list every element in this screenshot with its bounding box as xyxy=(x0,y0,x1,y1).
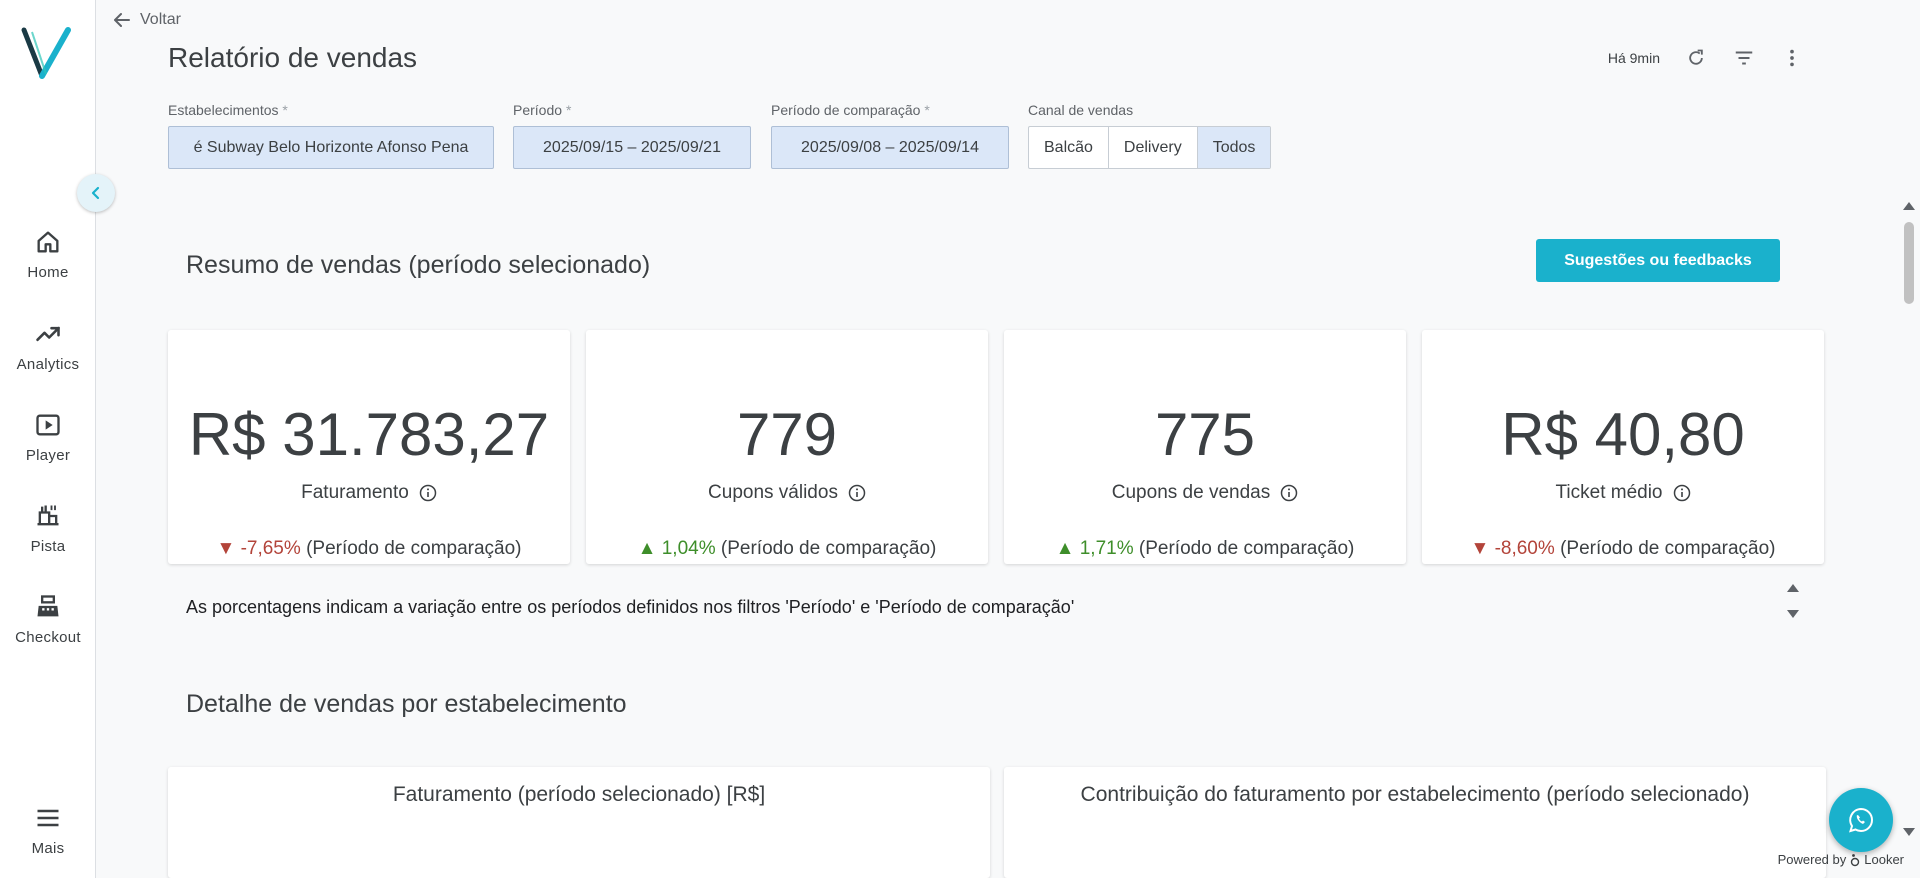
info-icon[interactable] xyxy=(1280,484,1298,502)
kpi-label: Faturamento xyxy=(168,482,570,504)
sidebar-item-label: Checkout xyxy=(15,629,81,646)
kpi-card-revenue: R$ 31.783,27 Faturamento ▼ -7,65% (Perío… xyxy=(168,330,570,564)
cash-register-icon xyxy=(37,595,59,617)
filter-period: Período * 2025/09/15 – 2025/09/21 xyxy=(513,102,751,169)
scroll-down-arrow[interactable] xyxy=(1787,610,1799,618)
kpi-card-average-ticket: R$ 40,80 Ticket médio ▼ -8,60% (Período … xyxy=(1422,330,1824,564)
kpi-value: 775 xyxy=(1154,401,1256,468)
channel-option-todos[interactable]: Todos xyxy=(1197,127,1271,168)
scrollbar-down-arrow[interactable] xyxy=(1903,828,1915,836)
kitchen-order-icon xyxy=(37,505,59,526)
sidebar-item-label: Analytics xyxy=(16,356,80,373)
back-label: Voltar xyxy=(140,11,181,28)
establishments-select[interactable]: é Subway Belo Horizonte Afonso Pena xyxy=(168,126,494,169)
scrollbar-up-arrow[interactable] xyxy=(1903,202,1915,210)
collapse-sidebar-button[interactable] xyxy=(77,174,115,212)
header-actions: Há 9min xyxy=(1608,46,1804,70)
revenue-chart-card: Faturamento (período selecionado) [R$] xyxy=(168,767,990,878)
filter-establishments: Estabelecimentos * é Subway Belo Horizon… xyxy=(168,102,494,169)
comparison-date-range[interactable]: 2025/09/08 – 2025/09/14 xyxy=(771,126,1009,169)
feedback-button[interactable]: Sugestões ou feedbacks xyxy=(1536,239,1780,282)
scrollbar-thumb[interactable] xyxy=(1904,222,1914,304)
brand-logo[interactable] xyxy=(20,26,74,82)
revenue-contribution-card: Contribuição do faturamento por estabele… xyxy=(1004,767,1826,878)
filter-button[interactable] xyxy=(1732,46,1756,70)
more-vert-icon xyxy=(1790,49,1794,67)
sidebar-item-pista[interactable]: Pista xyxy=(0,502,96,555)
last-updated-text: Há 9min xyxy=(1607,50,1660,66)
sidebar-item-label: Home xyxy=(27,264,69,281)
sales-channel-toggle: Balcão Delivery Todos xyxy=(1028,126,1272,169)
filter-label: Estabelecimentos * xyxy=(168,102,288,118)
kpi-label: Cupons válidos xyxy=(586,482,988,504)
looker-icon xyxy=(1851,853,1860,866)
home-icon xyxy=(37,231,59,253)
sidebar: Home Analytics Player Pista Checkout Mai… xyxy=(0,0,96,878)
sidebar-item-player[interactable]: Player xyxy=(0,411,96,464)
chart-card-title: Contribuição do faturamento por estabele… xyxy=(1080,783,1750,806)
kpi-label: Ticket médio xyxy=(1422,482,1824,504)
trending-up-icon xyxy=(36,326,60,342)
refresh-button[interactable] xyxy=(1684,46,1708,70)
filter-sales-channel: Canal de vendas Balcão Delivery Todos xyxy=(1028,102,1272,169)
arrow-left-icon xyxy=(114,13,130,27)
info-icon[interactable] xyxy=(419,484,437,502)
kpi-card-valid-coupons: 779 Cupons válidos ▲ 1,04% (Período de c… xyxy=(586,330,988,564)
kpi-change: ▼ -8,60% (Período de comparação) xyxy=(1470,538,1776,559)
kpi-value: R$ 31.783,27 xyxy=(188,401,550,468)
channel-option-delivery[interactable]: Delivery xyxy=(1109,127,1198,168)
kpi-label: Cupons de vendas xyxy=(1004,482,1406,504)
play-icon xyxy=(36,414,60,436)
channel-option-balcao[interactable]: Balcão xyxy=(1029,127,1109,168)
variation-note: As porcentagens indicam a variação entre… xyxy=(186,597,1075,617)
filter-label: Período * xyxy=(513,102,572,118)
sidebar-item-analytics[interactable]: Analytics xyxy=(0,320,96,373)
info-icon[interactable] xyxy=(1673,484,1691,502)
period-date-range[interactable]: 2025/09/15 – 2025/09/21 xyxy=(513,126,751,169)
sidebar-item-label: Mais xyxy=(31,840,65,857)
kpi-change: ▲ 1,04% (Período de comparação) xyxy=(637,538,937,559)
chart-card-title: Faturamento (período selecionado) [R$] xyxy=(392,783,766,806)
refresh-icon xyxy=(1689,49,1703,65)
powered-by-looker[interactable]: Powered by Looker xyxy=(1778,852,1904,867)
kpi-change: ▲ 1,71% (Período de comparação) xyxy=(1055,538,1355,559)
sidebar-item-label: Pista xyxy=(30,538,66,555)
whatsapp-chat-button[interactable] xyxy=(1829,788,1893,852)
kpi-value: R$ 40,80 xyxy=(1501,401,1745,468)
page-scrollbar[interactable] xyxy=(1900,198,1916,844)
whatsapp-icon xyxy=(1849,807,1873,833)
filter-icon xyxy=(1735,51,1753,65)
sidebar-item-label: Player xyxy=(25,447,71,464)
summary-section-title: Resumo de vendas (período selecionado) xyxy=(186,251,651,279)
chevron-left-icon xyxy=(91,186,100,200)
note-scroll-controls xyxy=(1786,582,1800,622)
more-options-button[interactable] xyxy=(1780,46,1804,70)
scroll-up-arrow[interactable] xyxy=(1787,584,1799,592)
page-title: Relatório de vendas xyxy=(168,42,418,73)
info-icon[interactable] xyxy=(848,484,866,502)
kpi-card-sales-coupons: 775 Cupons de vendas ▲ 1,71% (Período de… xyxy=(1004,330,1406,564)
filter-label: Canal de vendas xyxy=(1028,102,1134,118)
sidebar-item-mais[interactable]: Mais xyxy=(0,804,96,857)
detail-section-title: Detalhe de vendas por estabelecimento xyxy=(186,690,627,718)
main-content: Voltar Relatório de vendas Há 9min Estab… xyxy=(96,0,1920,878)
sidebar-item-home[interactable]: Home xyxy=(0,228,96,281)
filter-comparison-period: Período de comparação * 2025/09/08 – 202… xyxy=(771,102,1009,169)
filter-label: Período de comparação * xyxy=(771,102,930,118)
kpi-value: 779 xyxy=(736,401,838,468)
kpi-change: ▼ -7,65% (Período de comparação) xyxy=(216,538,522,559)
menu-icon xyxy=(37,809,59,827)
back-link[interactable]: Voltar xyxy=(112,10,181,30)
sidebar-item-checkout[interactable]: Checkout xyxy=(0,593,96,646)
